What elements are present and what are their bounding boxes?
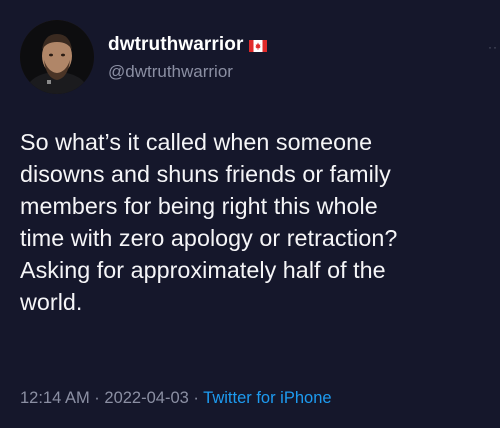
tweet-text-line: time with zero apology or retraction? [20,225,398,251]
meta-separator: · [89,389,105,407]
tweet-text-line: Asking for approximately half of the [20,257,386,283]
tweet-text-line: disowns and shuns friends or family [20,161,391,187]
tweet-header: dwtruthwarrior @dwtruthwarrior [20,20,268,94]
tweet-source-link[interactable]: Twitter for iPhone [203,389,331,407]
more-options-icon[interactable]: ·· [488,40,498,54]
avatar-portrait-icon [20,20,94,94]
tweet-time[interactable]: 12:14 AM [20,389,90,407]
tweet-date[interactable]: 2022-04-03 [104,389,188,407]
tweet-text: So what’s it called when someone disowns… [20,126,488,318]
user-handle[interactable]: @dwtruthwarrior [108,62,267,82]
tweet-meta: 12:14 AM · 2022-04-03 · Twitter for iPho… [20,389,332,408]
display-name-row: dwtruthwarrior [108,32,268,58]
tweet-text-line: world. [20,289,83,315]
tweet-card: dwtruthwarrior @dwtruthwarrior ·· So wha… [0,0,500,428]
canada-flag-icon [249,39,268,52]
meta-separator: · [188,389,204,407]
user-names: dwtruthwarrior @dwtruthwarrior [108,32,268,82]
tweet-text-line: So what’s it called when someone [20,129,373,155]
tweet-text-line: members for being right this whole [20,193,378,219]
display-name[interactable]: dwtruthwarrior [108,34,243,56]
avatar[interactable] [20,20,94,94]
